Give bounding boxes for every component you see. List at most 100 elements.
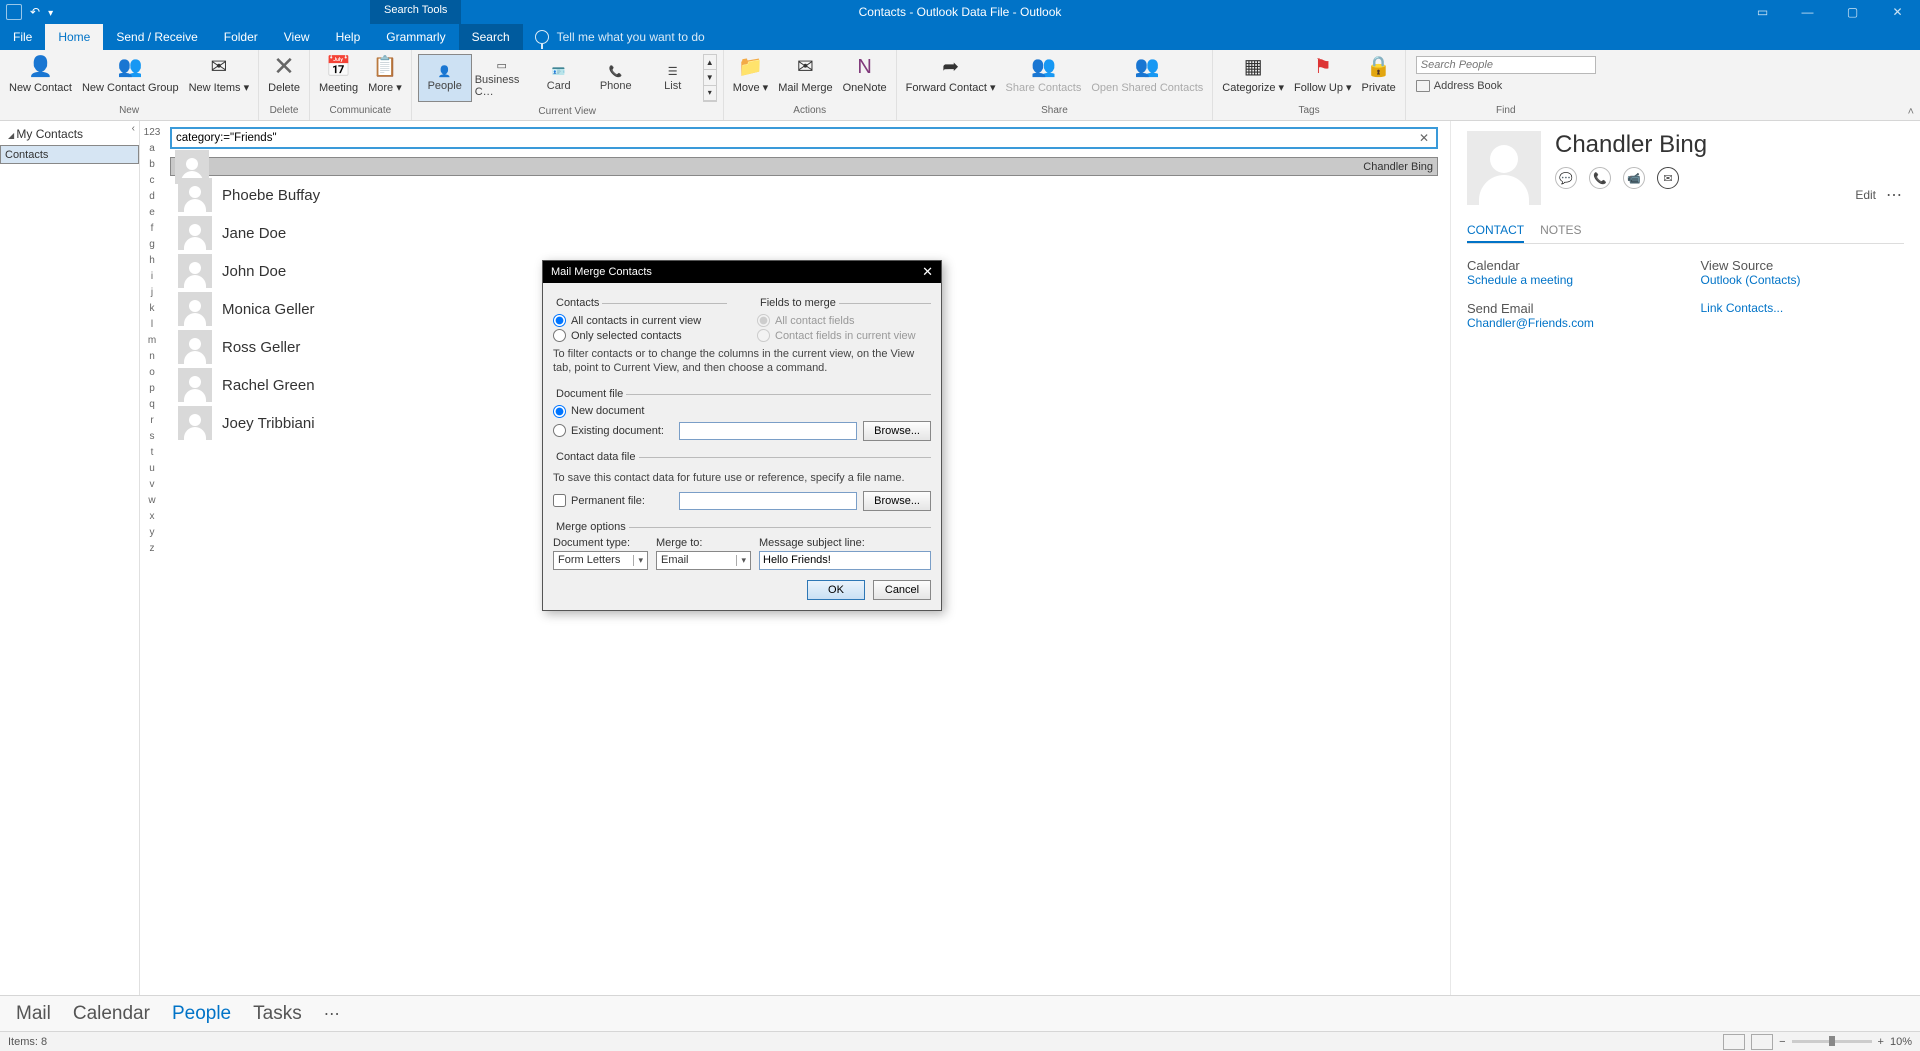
detail-tab-contact[interactable]: CONTACT [1467, 219, 1524, 243]
search-people-input[interactable] [1416, 56, 1596, 74]
alpha-u[interactable]: u [149, 463, 155, 479]
alpha-i[interactable]: i [151, 271, 153, 287]
radio-all-contact-fields[interactable]: All contact fields [757, 313, 931, 328]
detail-tab-notes[interactable]: NOTES [1540, 219, 1581, 243]
radio-all-contacts-current-view[interactable]: All contacts in current view [553, 313, 727, 328]
reading-view-button[interactable] [1751, 1034, 1773, 1050]
collapse-ribbon-icon[interactable]: ˄ [1908, 106, 1914, 118]
alpha-b[interactable]: b [149, 159, 155, 175]
schedule-meeting-link[interactable]: Schedule a meeting [1467, 273, 1671, 287]
categorize-button[interactable]: ▦Categorize ▾ [1217, 52, 1289, 97]
view-card[interactable]: 🪪Card [532, 54, 586, 102]
nav-header-my-contacts[interactable]: My Contacts [0, 121, 139, 145]
radio-new-document[interactable]: New document [553, 404, 931, 419]
switch-mail[interactable]: Mail [16, 1003, 51, 1025]
search-tools-contextual-tab[interactable]: Search Tools [370, 0, 461, 24]
alpha-c[interactable]: c [150, 175, 155, 191]
radio-contact-fields-current-view[interactable]: Contact fields in current view [757, 328, 931, 343]
undo-icon[interactable] [30, 5, 40, 19]
alpha-j[interactable]: j [151, 287, 153, 303]
tab-home[interactable]: Home [45, 24, 103, 50]
alpha-r[interactable]: r [150, 415, 153, 431]
alpha-l[interactable]: l [151, 319, 153, 335]
alpha-f[interactable]: f [151, 223, 154, 239]
normal-view-button[interactable] [1723, 1034, 1745, 1050]
delete-button[interactable]: ✕Delete [263, 52, 305, 97]
alpha-e[interactable]: e [149, 207, 155, 223]
alpha-z[interactable]: z [150, 543, 155, 559]
contact-email-link[interactable]: Chandler@Friends.com [1467, 316, 1671, 330]
browse-permanent-file-button[interactable]: Browse... [863, 491, 931, 511]
radio-existing-document[interactable]: Existing document: [553, 423, 673, 438]
message-subject-input[interactable] [759, 551, 931, 570]
alpha-a[interactable]: a [149, 143, 155, 159]
alpha-t[interactable]: t [151, 447, 154, 463]
merge-to-select[interactable]: Email▾ [656, 551, 751, 570]
alpha-d[interactable]: d [149, 191, 155, 207]
switch-tasks[interactable]: Tasks [253, 1003, 302, 1025]
tab-search[interactable]: Search [459, 24, 523, 50]
minimize-button[interactable]: — [1785, 0, 1830, 24]
edit-contact-link[interactable]: Edit [1855, 188, 1876, 202]
gallery-scroll[interactable]: ▲▼▾ [703, 54, 717, 102]
contact-row[interactable]: Chandler Bing [170, 157, 1438, 176]
mail-merge-button[interactable]: ✉Mail Merge [773, 52, 837, 97]
ribbon-display-options-icon[interactable]: ▭ [1740, 0, 1785, 24]
move-button[interactable]: 📁Move ▾ [728, 52, 773, 97]
permanent-file-path-input[interactable] [679, 492, 857, 510]
existing-document-path-input[interactable] [679, 422, 857, 440]
view-business-card[interactable]: ▭Business C… [475, 54, 529, 102]
onenote-button[interactable]: NOneNote [838, 52, 892, 97]
tab-send-receive[interactable]: Send / Receive [103, 24, 210, 50]
switch-calendar[interactable]: Calendar [73, 1003, 150, 1025]
view-list[interactable]: ☰List [646, 54, 700, 102]
tell-me-search[interactable]: Tell me what you want to do [523, 24, 717, 50]
zoom-out-button[interactable]: − [1779, 1036, 1785, 1048]
follow-up-button[interactable]: ⚑Follow Up ▾ [1289, 52, 1356, 97]
ok-button[interactable]: OK [807, 580, 865, 600]
alpha-s[interactable]: s [150, 431, 155, 447]
view-people[interactable]: 👤People [418, 54, 472, 102]
alpha-h[interactable]: h [149, 255, 155, 271]
address-book-button[interactable]: Address Book [1416, 80, 1596, 92]
current-view-gallery[interactable]: 👤People ▭Business C… 🪪Card 📞Phone ☰List … [416, 52, 719, 104]
tab-help[interactable]: Help [323, 24, 374, 50]
maximize-button[interactable]: ▢ [1830, 0, 1875, 24]
contact-row[interactable]: Phoebe Buffay [170, 176, 1438, 214]
search-contacts-input[interactable] [176, 132, 1416, 144]
outlook-contacts-link[interactable]: Outlook (Contacts) [1701, 273, 1905, 287]
link-contacts-link[interactable]: Link Contacts... [1701, 301, 1905, 315]
forward-contact-button[interactable]: ➦Forward Contact ▾ [901, 52, 1001, 97]
search-contacts-box[interactable]: ✕ [170, 127, 1438, 149]
new-contact-group-button[interactable]: 👥New Contact Group [77, 52, 184, 97]
zoom-slider[interactable] [1792, 1040, 1872, 1043]
meeting-button[interactable]: 📅Meeting [314, 52, 363, 97]
zoom-in-button[interactable]: + [1878, 1036, 1884, 1048]
dialog-close-button[interactable]: ✕ [922, 264, 933, 280]
switch-people[interactable]: People [172, 1003, 231, 1025]
view-phone[interactable]: 📞Phone [589, 54, 643, 102]
new-contact-button[interactable]: 👤New Contact [4, 52, 77, 97]
alpha-y[interactable]: y [150, 527, 155, 543]
alpha-v[interactable]: v [150, 479, 155, 495]
alpha-w[interactable]: w [148, 495, 155, 511]
alpha-p[interactable]: p [149, 383, 155, 399]
alpha-123[interactable]: 123 [144, 127, 161, 143]
qat-dropdown-icon[interactable] [48, 5, 53, 19]
cancel-button[interactable]: Cancel [873, 580, 931, 600]
tab-folder[interactable]: Folder [211, 24, 271, 50]
alpha-m[interactable]: m [148, 335, 156, 351]
zoom-level[interactable]: 10% [1890, 1036, 1912, 1048]
contact-row[interactable]: Jane Doe [170, 214, 1438, 252]
radio-only-selected-contacts[interactable]: Only selected contacts [553, 328, 727, 343]
switch-more-icon[interactable]: ⋯ [324, 1004, 342, 1024]
document-type-select[interactable]: Form Letters▾ [553, 551, 648, 570]
tab-view[interactable]: View [271, 24, 323, 50]
new-items-button[interactable]: ✉New Items ▾ [184, 52, 255, 97]
more-actions-icon[interactable]: ⋯ [1886, 185, 1904, 205]
alpha-n[interactable]: n [149, 351, 155, 367]
alpha-q[interactable]: q [149, 399, 155, 415]
more-communicate-button[interactable]: 📋More ▾ [363, 52, 407, 97]
alpha-g[interactable]: g [149, 239, 155, 255]
browse-existing-document-button[interactable]: Browse... [863, 421, 931, 441]
